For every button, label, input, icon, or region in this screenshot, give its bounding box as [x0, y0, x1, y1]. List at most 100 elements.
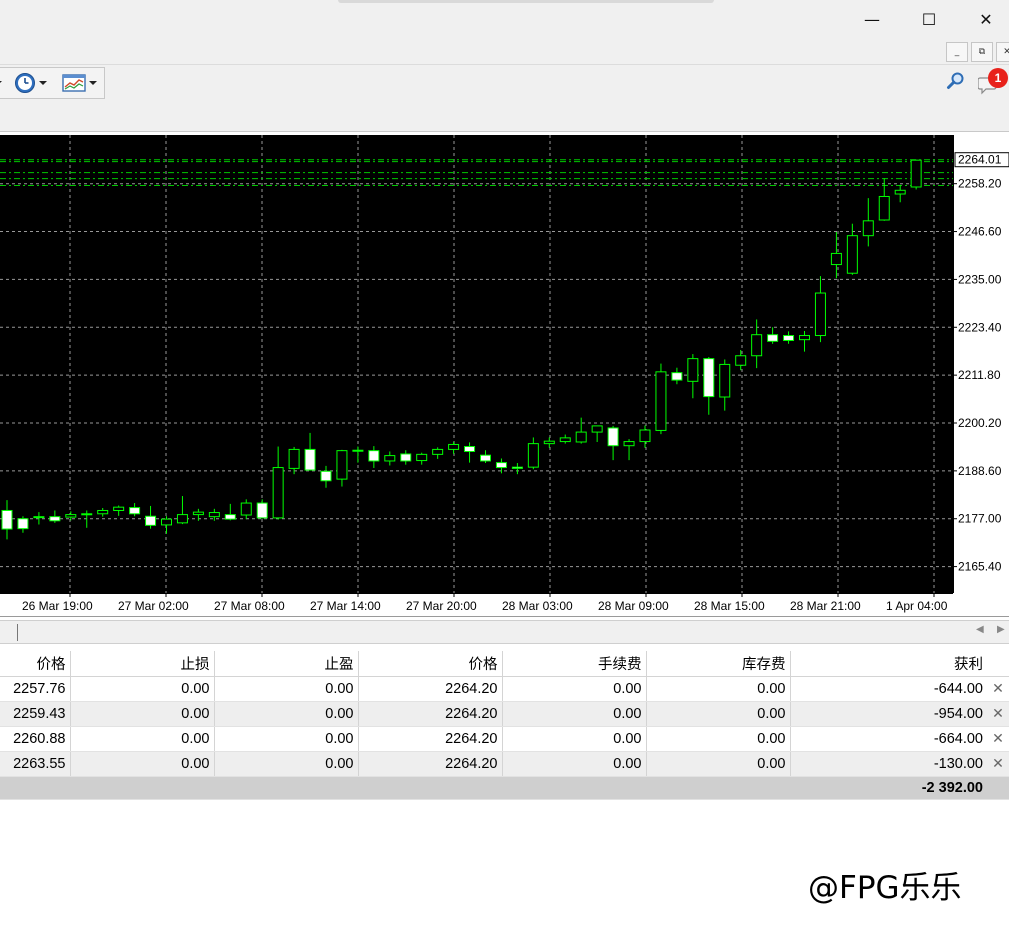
take-profit-cell: 0.00 [214, 726, 359, 752]
maximize-button[interactable]: ☐ [906, 4, 952, 34]
candle-body [703, 358, 715, 398]
candle-body [145, 515, 157, 526]
candle-body [161, 518, 172, 526]
candle-body [607, 427, 619, 447]
candle-body [336, 450, 348, 480]
candle-body [1, 509, 13, 530]
candle-body [480, 454, 491, 462]
toolbar-group [0, 67, 105, 99]
take-profit-cell: 0.00 [214, 751, 359, 777]
column-header[interactable]: 库存费 [646, 651, 791, 677]
column-header[interactable]: 获利 [790, 651, 987, 677]
candle-body [878, 195, 890, 221]
commission-cell: 0.00 [502, 751, 647, 777]
close-position-icon[interactable]: ✕ [992, 681, 1004, 697]
candle-body [655, 371, 667, 431]
current-price-cell: 2264.20 [358, 701, 503, 727]
mdi-close-button[interactable]: ✕ [996, 42, 1009, 62]
commission-cell: 0.00 [502, 701, 647, 727]
column-header[interactable]: 止盈 [214, 651, 359, 677]
open-price-cell: 2263.55 [0, 751, 71, 777]
candle-body [639, 429, 651, 443]
stop-loss-cell: 0.00 [70, 751, 215, 777]
profit-cell: -664.00 [790, 726, 987, 752]
plot-area [0, 135, 953, 593]
table-row[interactable]: 2263.55 0.00 0.00 2264.20 0.00 0.00 -130… [0, 751, 1009, 777]
column-header[interactable]: 价格 [358, 651, 503, 677]
total-row: -2 392.00 [0, 776, 1009, 800]
candle-body [432, 448, 444, 455]
window-titlebar: — ☐ ✕ [0, 0, 1009, 38]
price-tick-label: 2188.60 [958, 464, 1002, 478]
scroll-left-arrow[interactable]: ◀ [976, 624, 984, 635]
time-tick-label: 26 Mar 19:00 [22, 599, 93, 613]
candle-body [352, 449, 364, 452]
profit-cell: -130.00 [790, 751, 987, 777]
mdi-minimize-button[interactable]: _ [946, 42, 968, 62]
current-price-label: 2264.01 [958, 153, 1002, 167]
candle-body [543, 440, 555, 445]
price-chart[interactable]: 2258.20 2246.60 2235.00 2223.40 2211.80 2200.… [0, 133, 1009, 617]
table-row[interactable]: 2259.43 0.00 0.00 2264.20 0.00 0.00 -954… [0, 701, 1009, 727]
clock-icon [15, 73, 35, 93]
candle-body [272, 467, 284, 519]
time-tick-label: 27 Mar 08:00 [214, 599, 285, 613]
candle-body [129, 507, 141, 515]
chart-scrollbar[interactable]: ◀ ▶ [0, 620, 1009, 644]
column-header[interactable]: 止损 [70, 651, 215, 677]
price-tick-label: 2177.00 [958, 512, 1002, 526]
prev-dropdown-caret[interactable] [0, 70, 2, 96]
candle-body [575, 431, 587, 443]
candle-body [240, 502, 252, 516]
table-row[interactable]: 2260.88 0.00 0.00 2264.20 0.00 0.00 -664… [0, 726, 1009, 752]
time-tick-label: 28 Mar 21:00 [790, 599, 861, 613]
commission-cell: 0.00 [502, 726, 647, 752]
close-position-icon[interactable]: ✕ [992, 731, 1004, 747]
profit-cell: -644.00 [790, 676, 987, 702]
price-tick-label: 2223.40 [958, 320, 1002, 334]
open-price-cell: 2257.76 [0, 676, 71, 702]
column-header[interactable]: 手续费 [502, 651, 647, 677]
candle-body [591, 425, 603, 433]
mdi-controls-row: _ ⧉ ✕ [0, 38, 1009, 65]
table-row[interactable]: 2257.76 0.00 0.00 2264.20 0.00 0.00 -644… [0, 676, 1009, 702]
close-button[interactable]: ✕ [963, 4, 1009, 34]
minimize-button[interactable]: — [849, 4, 895, 34]
candle-body [49, 516, 61, 522]
close-position-icon[interactable]: ✕ [992, 756, 1004, 772]
toolbar: 1 [0, 65, 1009, 132]
templates-button[interactable] [62, 70, 97, 96]
take-profit-cell: 0.00 [214, 701, 359, 727]
trade-table: 价格 止损 止盈 价格 手续费 库存费 获利 2257.76 0.00 0.00… [0, 651, 1009, 800]
column-header[interactable]: 价格 [0, 651, 71, 677]
time-tick-label: 28 Mar 03:00 [502, 599, 573, 613]
candle-body [65, 514, 77, 518]
watermark: @FPG乐乐 [808, 870, 962, 906]
close-position-icon[interactable]: ✕ [992, 706, 1004, 722]
candle-body [368, 450, 380, 462]
candle-body [224, 514, 236, 520]
candle-body [751, 334, 763, 357]
current-price-cell: 2264.20 [358, 751, 503, 777]
candle-body [81, 513, 93, 516]
scroll-right-arrow[interactable]: ▶ [997, 624, 1005, 635]
mdi-restore-button[interactable]: ⧉ [971, 42, 993, 62]
candle-body [559, 437, 571, 443]
candle-body [687, 358, 699, 382]
candle-body [623, 441, 635, 447]
candle-body [862, 220, 874, 237]
open-price-cell: 2260.88 [0, 726, 71, 752]
candle-body [256, 502, 268, 519]
open-price-cell: 2259.43 [0, 701, 71, 727]
chat-button[interactable]: 1 [978, 68, 1008, 95]
periodicity-button[interactable] [14, 70, 47, 96]
current-price-cell: 2264.20 [358, 676, 503, 702]
candle-body [416, 453, 428, 462]
time-tick-label: 28 Mar 09:00 [598, 599, 669, 613]
candle-body [400, 453, 412, 462]
time-tick-label: 27 Mar 02:00 [118, 599, 189, 613]
price-tick-label: 2211.80 [958, 368, 1001, 382]
search-button[interactable] [946, 71, 966, 96]
candlestick-chart[interactable]: 2258.20 2246.60 2235.00 2223.40 2211.80 2200.… [0, 133, 1009, 617]
candle-body [464, 446, 476, 452]
